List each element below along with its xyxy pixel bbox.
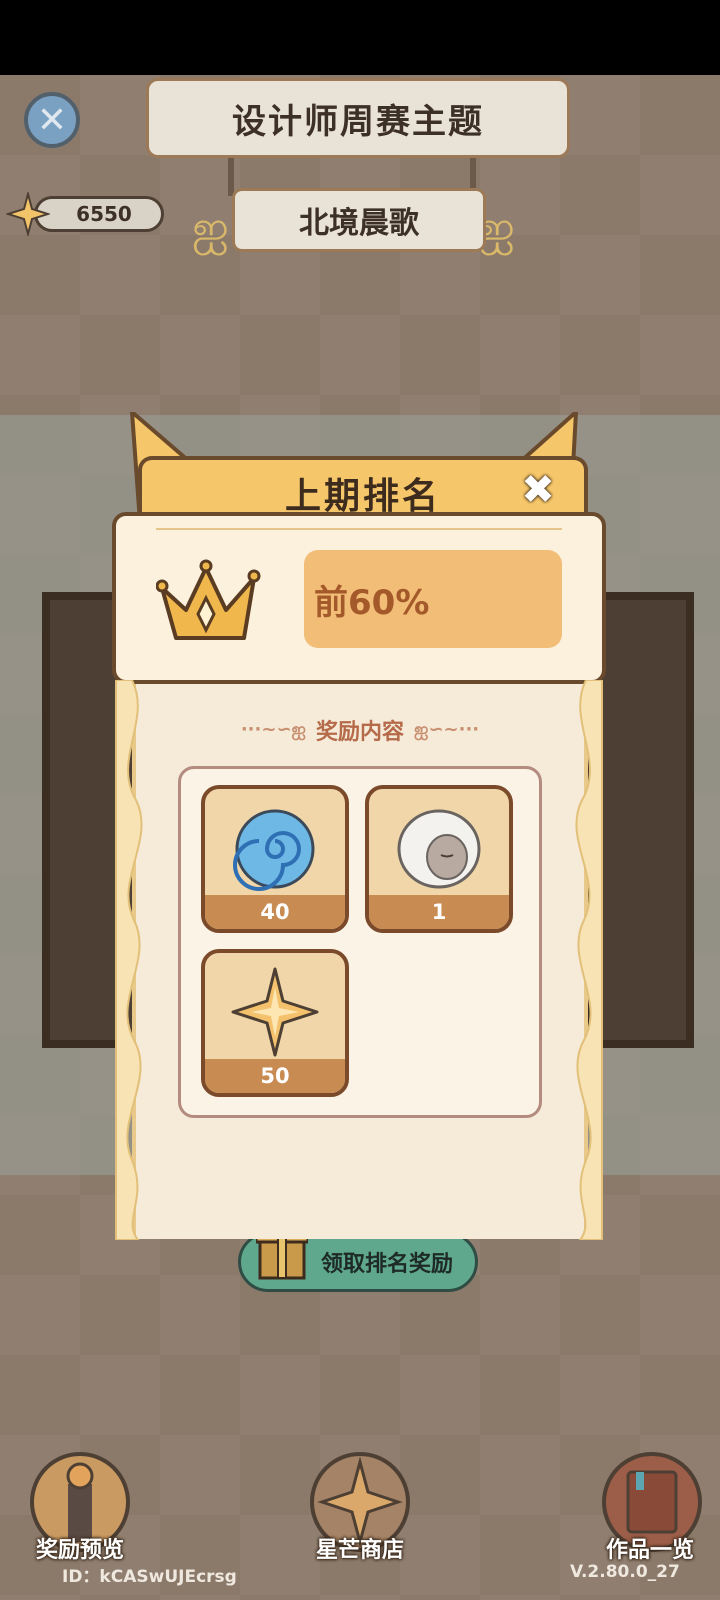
- status-bar: [0, 0, 720, 75]
- star-shop-label[interactable]: 星芒商店: [290, 1532, 430, 1564]
- reward-count: 50: [205, 1059, 345, 1093]
- decorative-line: [156, 528, 562, 530]
- reward-preview-label[interactable]: 奖励预览: [10, 1532, 150, 1564]
- star-icon: [231, 967, 319, 1057]
- rank-percentile: 前60%: [304, 550, 562, 648]
- star-currency-counter: 6550: [34, 196, 164, 232]
- ornament-right-icon: ஐ∽~···: [414, 718, 480, 740]
- close-icon: ✖: [521, 467, 555, 513]
- flame-border-right: [575, 680, 603, 1240]
- user-id: ID：kCASwUJEcrsg: [62, 1567, 237, 1587]
- reward-item[interactable]: 40: [201, 785, 349, 933]
- crown-icon: [156, 559, 261, 640]
- reward-item[interactable]: 1: [365, 785, 513, 933]
- theme-name: 北境晨歌: [232, 188, 486, 252]
- close-icon: ✕: [36, 99, 68, 141]
- reward-heading-label: 奖励内容: [315, 720, 404, 745]
- sign-rope-left: [228, 158, 234, 196]
- white-hair-avatar-icon: [397, 809, 481, 889]
- reward-section-heading: ···~∽ஐ 奖励内容 ஐ∽~···: [140, 712, 580, 748]
- reward-item[interactable]: 50: [201, 949, 349, 1097]
- claim-button-label: 领取排名奖励: [320, 1252, 453, 1277]
- blue-swirl-icon: [233, 809, 315, 891]
- flame-border-left: [115, 680, 143, 1240]
- scroll-ornament-left: ஐ: [192, 200, 229, 254]
- reward-count: 40: [205, 895, 345, 929]
- page-title: 设计师周赛主题: [146, 78, 570, 158]
- close-button[interactable]: ✕: [24, 92, 80, 148]
- ornament-left-icon: ···~∽ஐ: [240, 718, 306, 740]
- rank-summary-box: 前60%: [112, 512, 606, 684]
- reward-grid: 40 1 50: [178, 766, 542, 1118]
- star-count: 6550: [76, 202, 132, 226]
- works-overview-label[interactable]: 作品一览: [580, 1532, 720, 1564]
- modal-close-button[interactable]: ✖: [516, 468, 560, 512]
- star-icon: [6, 192, 50, 236]
- reward-count: 1: [369, 895, 509, 929]
- version-text: V.2.80.0_27: [570, 1562, 680, 1582]
